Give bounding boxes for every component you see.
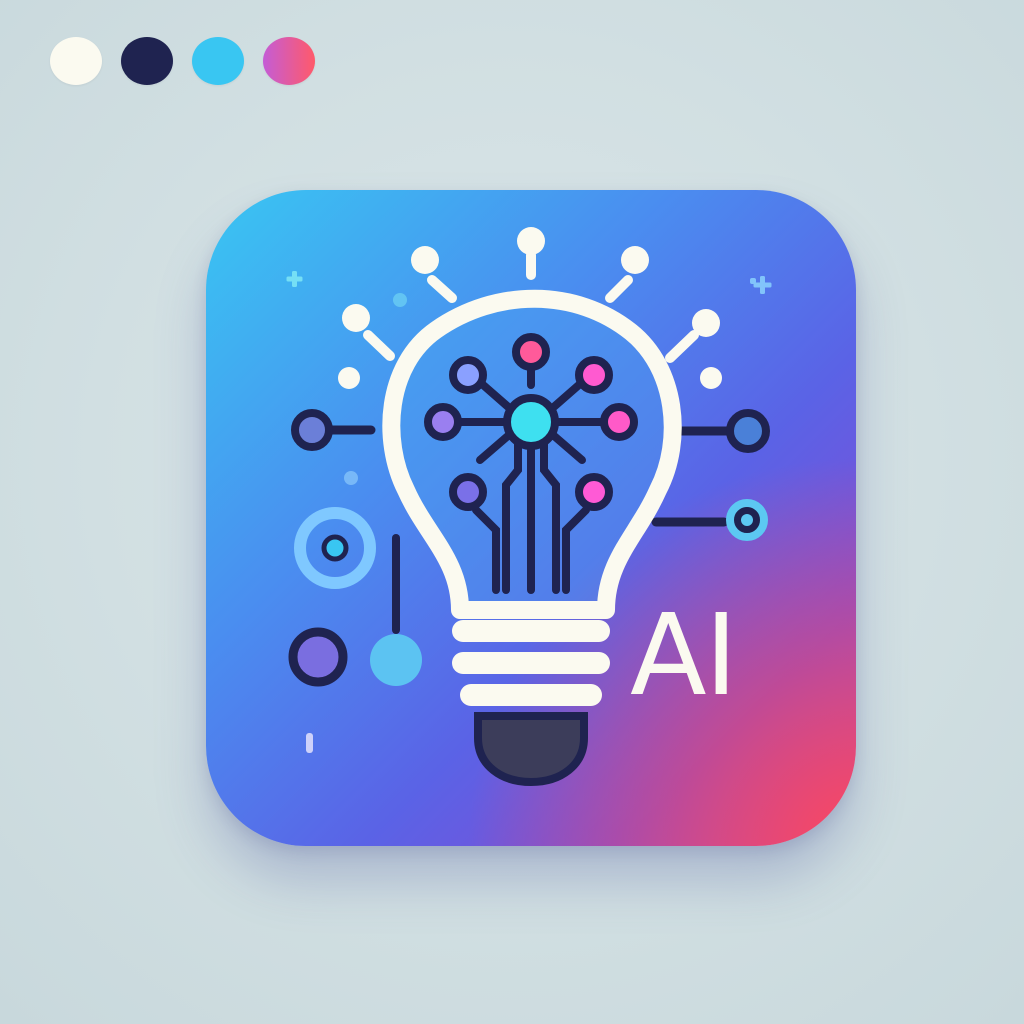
- sparkle-icon: [750, 276, 772, 294]
- ai-app-icon[interactable]: AI: [206, 190, 856, 846]
- sparkle-icon: [286, 271, 303, 287]
- core-node: [503, 394, 559, 450]
- circuit-node-center: [741, 514, 753, 526]
- circuit-node: [370, 634, 422, 686]
- circuit-node: [575, 473, 613, 511]
- circuit-node: [512, 333, 550, 371]
- cyan-swatch: [192, 37, 244, 85]
- ai-label: AI: [630, 591, 738, 721]
- pink-gradient-swatch: [263, 37, 315, 85]
- circuit-node: [449, 356, 487, 394]
- circuit-node: [600, 403, 638, 441]
- circuit-node: [449, 473, 487, 511]
- dot: [306, 733, 313, 753]
- circuit-node: [726, 409, 770, 453]
- circuit-node: [288, 627, 348, 687]
- circuit-node: [291, 409, 333, 451]
- ring-node-center: [321, 534, 349, 562]
- circuit-node: [575, 356, 613, 394]
- lightbulb-base: [452, 620, 610, 787]
- cream-swatch: [50, 37, 102, 85]
- circuit-node: [424, 403, 462, 441]
- lightbulb-circuit-icon: [286, 227, 772, 787]
- color-palette: [50, 37, 315, 85]
- dot: [393, 293, 407, 307]
- dot: [344, 471, 358, 485]
- navy-swatch: [121, 37, 173, 85]
